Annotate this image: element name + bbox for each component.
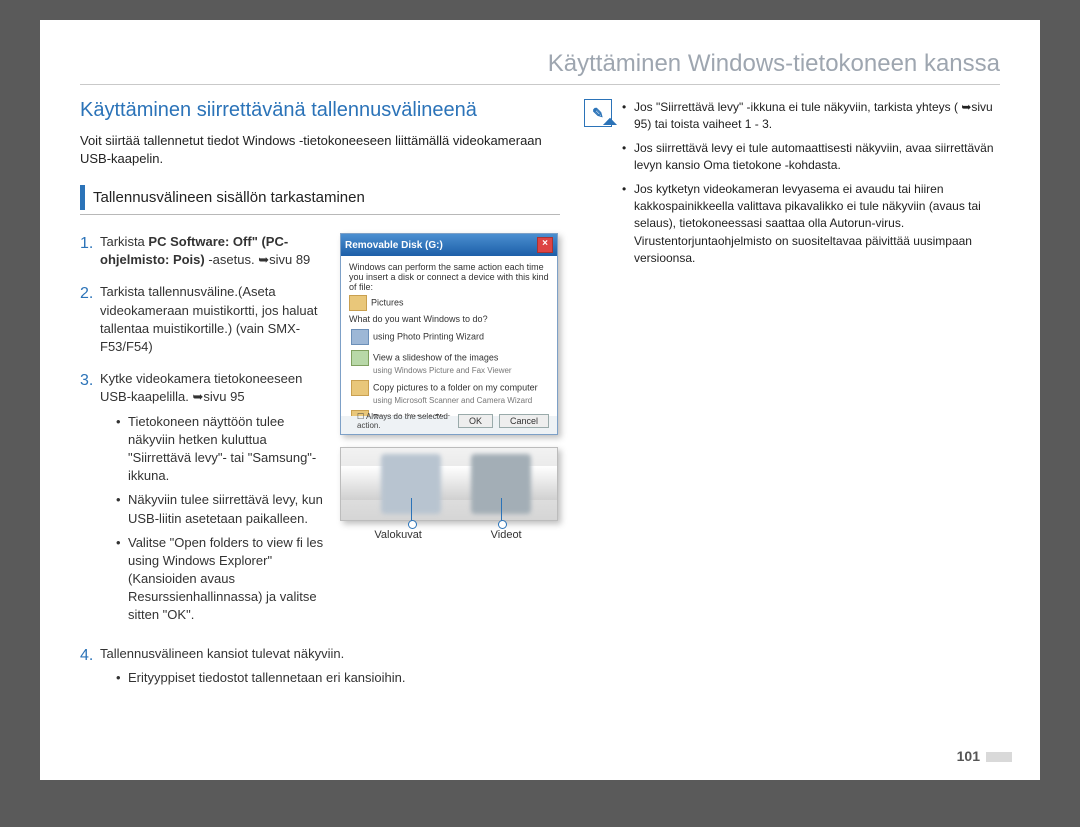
note-box: ✎ Jos "Siirrettävä levy" -ikkuna ei tule… [584, 99, 1000, 274]
left-column: Käyttäminen siirrettävänä tallennusvälin… [80, 99, 560, 707]
dialog-option: View a slideshow of the images [373, 352, 498, 362]
ok-button-figure: OK [458, 414, 493, 428]
pictures-icon [349, 295, 367, 311]
dialog-option: Copy pictures to a folder on my computer [373, 382, 538, 392]
dialog-option: using Photo Printing Wizard [373, 331, 484, 341]
page-ref: ➥sivu 89 [258, 252, 310, 267]
step-1: 1. Tarkista PC Software: Off" (PC-ohjelm… [80, 233, 328, 269]
step-3-bullet: Näkyviin tulee siirrettävä levy, kun USB… [116, 491, 328, 527]
intro-text: Voit siirtää tallennetut tiedot Windows … [80, 132, 560, 167]
caption-photos: Valokuvat [374, 529, 422, 541]
note-icon: ✎ [584, 99, 612, 127]
chapter-title: Käyttäminen Windows-tietokoneen kanssa [80, 50, 1000, 85]
dialog-pictures-label: Pictures [371, 297, 404, 307]
subsection-rule [80, 214, 560, 215]
dialog-title: Removable Disk (G:) [345, 240, 443, 251]
copy-icon [351, 380, 369, 396]
cancel-button-figure: Cancel [499, 414, 549, 428]
dialog-prompt: What do you want Windows to do? [349, 314, 549, 324]
page-number: 101 [957, 748, 1012, 764]
manual-page: Käyttäminen Windows-tietokoneen kanssa K… [40, 20, 1040, 780]
step-2: 2. Tarkista tallennusväline.(Aseta video… [80, 283, 328, 356]
note-item: Jos kytketyn videokameran levyasema ei a… [622, 181, 1000, 268]
step-4-bullet: Erityyppiset tiedostot tallennetaan eri … [116, 669, 560, 687]
slideshow-icon [351, 350, 369, 366]
two-column-layout: Käyttäminen siirrettävänä tallennusvälin… [80, 99, 1000, 707]
autoplay-dialog-figure: Removable Disk (G:) × Windows can perfor… [340, 233, 558, 435]
caption-videos: Videot [491, 529, 522, 541]
folder-bar-figure [340, 447, 558, 521]
dialog-desc: Windows can perform the same action each… [349, 262, 549, 292]
subsection-title: Tallennusvälineen sisällön tarkastaminen [80, 185, 560, 210]
step-3-bullet: Valitse "Open folders to view fi les usi… [116, 534, 328, 625]
page-ref: ➥sivu 95 [193, 389, 245, 404]
step-4: 4. Tallennusvälineen kansiot tulevat näk… [80, 645, 560, 693]
figure-stack: Removable Disk (G:) × Windows can perfor… [340, 233, 560, 541]
print-wizard-icon [351, 329, 369, 345]
section-title: Käyttäminen siirrettävänä tallennusvälin… [80, 99, 560, 122]
step-3-bullet: Tietokoneen näyttöön tulee näkyviin hetk… [116, 413, 328, 486]
right-column: ✎ Jos "Siirrettävä levy" -ikkuna ei tule… [584, 99, 1000, 707]
close-icon: × [537, 237, 553, 253]
figure-captions: Valokuvat Videot [340, 529, 556, 541]
note-item: Jos "Siirrettävä levy" -ikkuna ei tule n… [622, 99, 1000, 134]
dialog-always: Always do the selected action. [357, 412, 448, 430]
note-item: Jos siirrettävä levy ei tule automaattis… [622, 140, 1000, 175]
step-3: 3. Kytke videokamera tietokoneeseen USB-… [80, 370, 328, 630]
